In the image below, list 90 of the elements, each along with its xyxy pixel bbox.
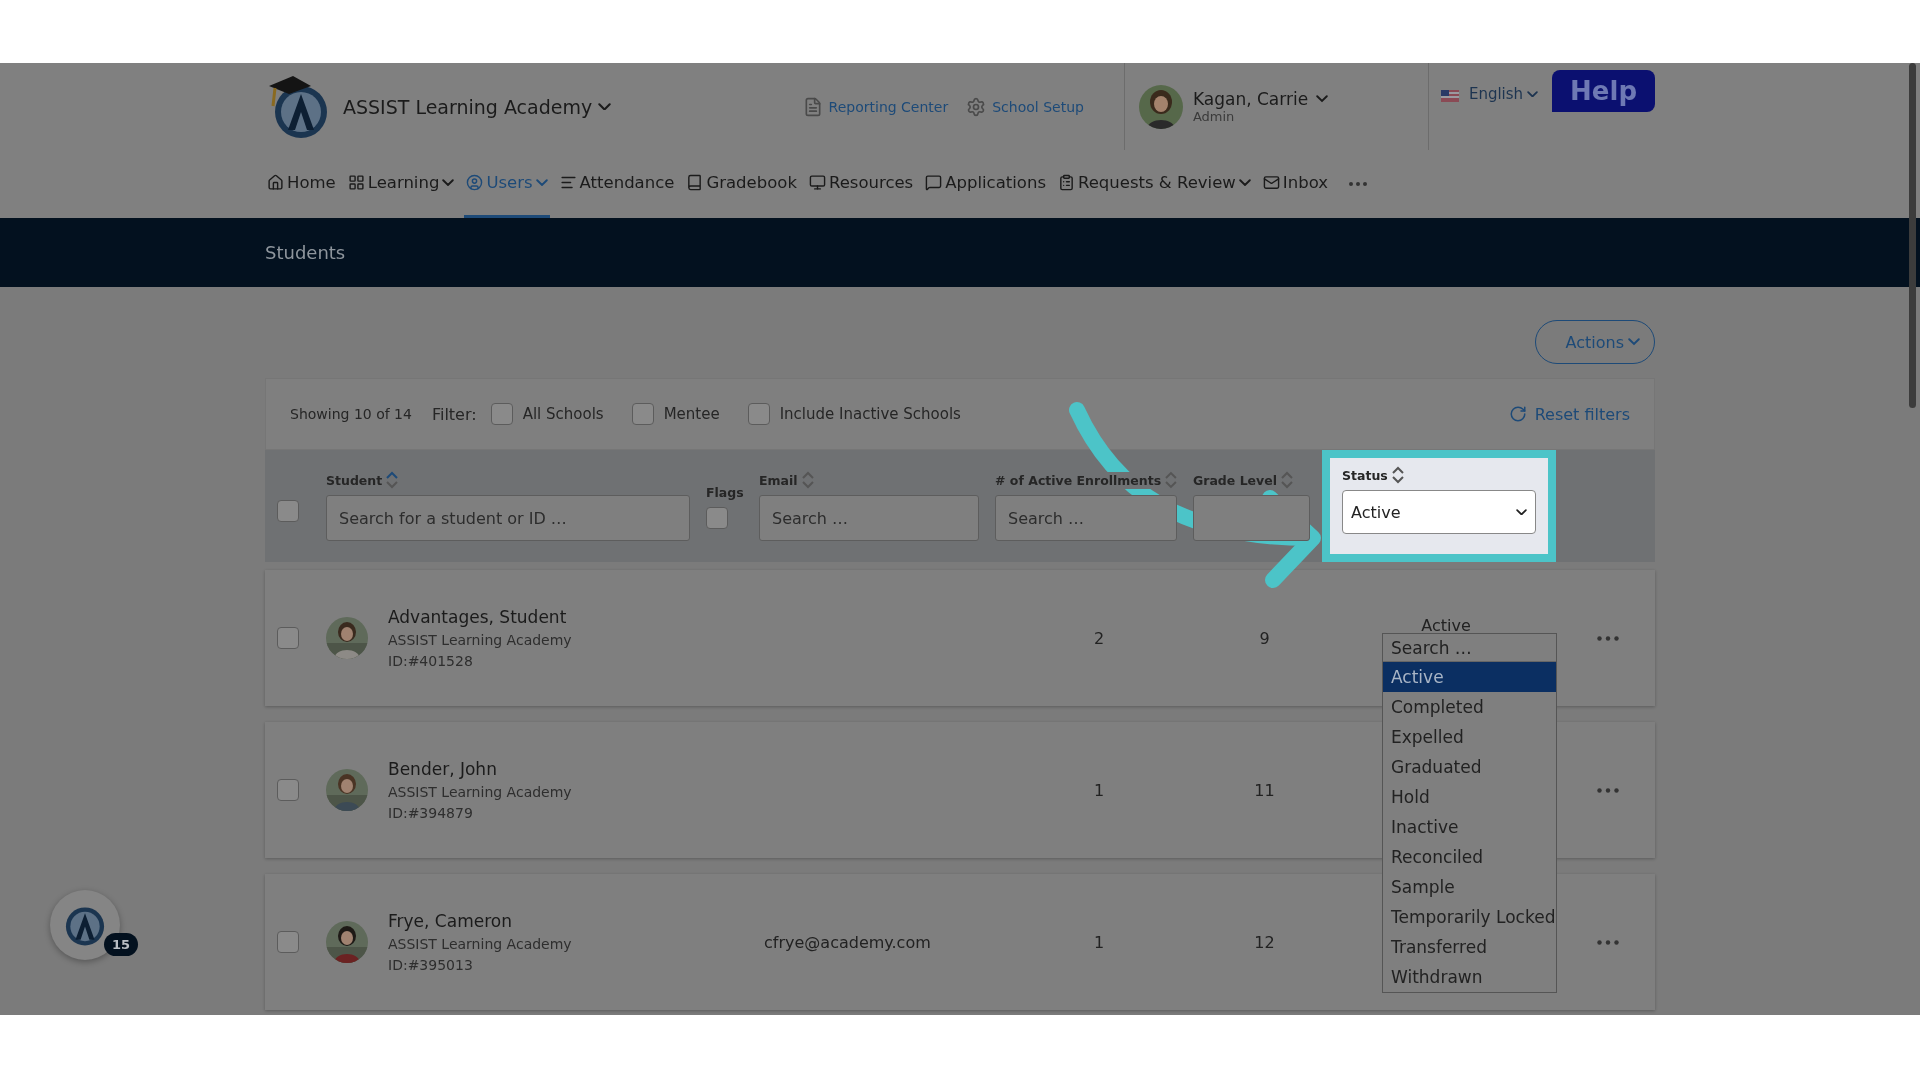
more-icon bbox=[1597, 635, 1619, 641]
bars-icon bbox=[559, 174, 577, 191]
enrollment-count: 1 bbox=[1093, 932, 1105, 952]
dropdown-option[interactable]: Active bbox=[1383, 662, 1556, 692]
student-name[interactable]: Frye, Cameron bbox=[388, 911, 764, 931]
nav-tab[interactable]: Inbox bbox=[1260, 150, 1330, 218]
enrollment-count: 1 bbox=[1093, 780, 1105, 800]
dropdown-option[interactable]: Withdrawn bbox=[1383, 962, 1556, 992]
user-role: Admin bbox=[1192, 109, 1236, 124]
user-name[interactable]: Kagan, Carrie bbox=[1192, 89, 1329, 109]
student-name[interactable]: Advantages, Student bbox=[388, 607, 764, 627]
dropdown-option[interactable]: Temporarily Locked bbox=[1383, 902, 1556, 932]
dropdown-option[interactable]: Completed bbox=[1383, 692, 1556, 722]
filter-option-label: Include Inactive Schools bbox=[779, 405, 961, 423]
scrollbar[interactable] bbox=[1909, 63, 1916, 408]
nav-tab[interactable]: Resources bbox=[806, 150, 916, 218]
dropdown-option[interactable]: Reconciled bbox=[1383, 842, 1556, 872]
settings-icon bbox=[966, 96, 987, 117]
school-name: ASSIST Learning Academy bbox=[388, 936, 573, 952]
school-selector[interactable]: ASSIST Learning Academy bbox=[343, 95, 612, 118]
chevron-down-icon bbox=[1516, 508, 1527, 516]
grade-level: 12 bbox=[1254, 932, 1275, 952]
filter-label: Filter: bbox=[431, 404, 477, 424]
search-field[interactable]: Search for a student or ID … bbox=[326, 495, 690, 541]
language-selector[interactable]: English bbox=[1468, 85, 1539, 103]
more-icon bbox=[1597, 939, 1619, 945]
chevron-down-icon bbox=[598, 102, 612, 111]
nav-tab[interactable]: Gradebook bbox=[684, 150, 799, 218]
chevron-down-icon bbox=[1316, 95, 1329, 103]
status-text: Active bbox=[1421, 615, 1471, 635]
dropdown-option[interactable]: Expelled bbox=[1383, 722, 1556, 752]
search-field[interactable]: Search … bbox=[995, 495, 1177, 541]
more-button[interactable] bbox=[1597, 787, 1619, 793]
nav-tab[interactable]: Learning bbox=[345, 150, 457, 218]
filter-checkbox[interactable] bbox=[747, 403, 770, 425]
search-field[interactable]: Search … bbox=[759, 495, 979, 541]
dropdown-option[interactable]: Hold bbox=[1383, 782, 1556, 812]
mail-icon bbox=[1262, 174, 1280, 191]
school-name: ASSIST Learning Academy bbox=[388, 784, 573, 800]
email-text: cfrye@academy.com bbox=[764, 932, 932, 952]
filter-option-label: Mentee bbox=[663, 405, 720, 423]
student-id: ID:#394879 bbox=[388, 805, 474, 821]
dropdown-option[interactable]: Sample bbox=[1383, 872, 1556, 902]
flags-checkbox[interactable] bbox=[706, 506, 728, 529]
enrollment-count: 2 bbox=[1093, 628, 1105, 648]
more-icon bbox=[1597, 787, 1619, 793]
reset-filters-link[interactable]: Reset filters bbox=[1508, 404, 1630, 424]
sort-icon[interactable] bbox=[1391, 466, 1404, 484]
flag-icon bbox=[1440, 90, 1459, 102]
filter-checkbox[interactable] bbox=[490, 403, 513, 425]
more-button[interactable] bbox=[1597, 635, 1619, 641]
nav-tab[interactable]: Requests & Review bbox=[1056, 150, 1253, 218]
school-name: ASSIST Learning Academy bbox=[388, 632, 573, 648]
column-heading: # of Active Enrollments bbox=[995, 471, 1162, 489]
student-name[interactable]: Bender, John bbox=[388, 759, 764, 779]
notification-count: 15 bbox=[104, 933, 139, 956]
help-button[interactable]: Help bbox=[1552, 70, 1655, 112]
row-checkbox[interactable] bbox=[277, 931, 299, 953]
nav-tab[interactable]: Applications bbox=[923, 150, 1048, 218]
user-icon bbox=[466, 174, 484, 191]
nav-tab[interactable]: Attendance bbox=[557, 150, 677, 218]
chat-icon bbox=[925, 174, 943, 191]
student-id: ID:#401528 bbox=[388, 653, 474, 669]
reset-icon bbox=[1508, 405, 1527, 423]
status-select[interactable]: Active bbox=[1342, 490, 1536, 534]
row-checkbox[interactable] bbox=[277, 779, 299, 801]
filter-option-label: All Schools bbox=[522, 405, 604, 423]
chevron-down-icon bbox=[1628, 338, 1640, 346]
dropdown-option[interactable]: Graduated bbox=[1383, 752, 1556, 782]
chevron-down-icon bbox=[1527, 90, 1539, 98]
book-icon bbox=[686, 174, 704, 191]
home-icon bbox=[267, 174, 284, 191]
monitor-icon bbox=[808, 174, 826, 191]
grade-level: 9 bbox=[1259, 628, 1270, 648]
clipboard-icon bbox=[1058, 174, 1075, 191]
header-link[interactable]: Reporting Center bbox=[802, 96, 949, 117]
more-button[interactable] bbox=[1597, 939, 1619, 945]
dropdown-option[interactable]: Inactive bbox=[1383, 812, 1556, 842]
student-id: ID:#395013 bbox=[388, 957, 474, 973]
filter-checkbox[interactable] bbox=[631, 403, 654, 425]
search-field[interactable] bbox=[1193, 495, 1310, 541]
result-count: Showing 10 of 14 bbox=[290, 406, 412, 422]
grid-icon bbox=[347, 174, 365, 191]
row-checkbox[interactable] bbox=[277, 627, 299, 649]
dropdown-option[interactable]: Transferred bbox=[1383, 932, 1556, 962]
header-link[interactable]: School Setup bbox=[966, 96, 1084, 117]
select-all-checkbox[interactable] bbox=[277, 500, 299, 522]
page-title: Students bbox=[265, 241, 346, 265]
nav-tab[interactable]: Home bbox=[265, 150, 338, 218]
grade-level: 11 bbox=[1254, 780, 1275, 800]
